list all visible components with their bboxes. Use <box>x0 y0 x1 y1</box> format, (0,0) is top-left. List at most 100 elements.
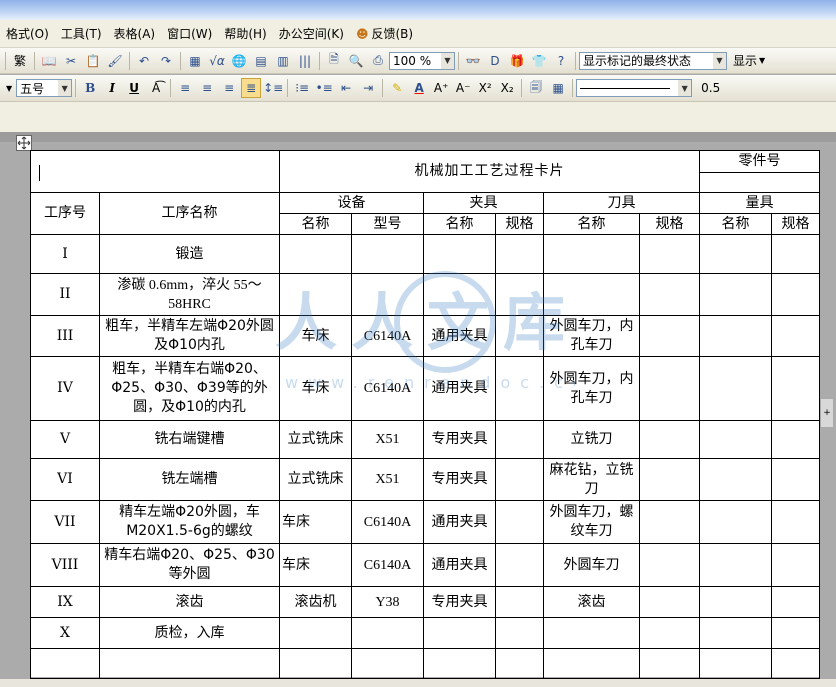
op-no-cell[interactable]: III <box>30 315 100 357</box>
fixture-spec-cell[interactable] <box>495 586 544 618</box>
bold-button[interactable]: B <box>80 78 100 98</box>
fixture-name-cell[interactable]: 通用夹具 <box>423 500 496 544</box>
op-name-cell[interactable]: 滚齿 <box>99 586 280 618</box>
gauge-spec-cell[interactable] <box>771 234 821 274</box>
tool-name-cell[interactable]: 外圆车刀，螺纹车刀 <box>543 500 640 544</box>
equipment-name-cell[interactable]: 车床 <box>279 315 352 357</box>
fixture-name-cell[interactable]: 通用夹具 <box>423 543 496 587</box>
tool-name-cell[interactable]: 外圆车刀，内孔车刀 <box>543 356 640 421</box>
gauge-spec-cell[interactable] <box>771 420 821 459</box>
menu-window[interactable]: 窗口(W) <box>161 25 218 42</box>
menu-office-space[interactable]: 办公空间(K) <box>273 25 350 42</box>
redo-icon[interactable]: ↷ <box>156 51 176 71</box>
tool-name-cell[interactable] <box>543 617 640 649</box>
fixture-name-cell[interactable]: 通用夹具 <box>423 315 496 357</box>
fixture-name-cell[interactable]: 专用夹具 <box>423 458 496 501</box>
grow-font-icon[interactable]: A⁺ <box>431 78 451 98</box>
gauge-name-cell[interactable] <box>699 500 773 544</box>
document-map-icon[interactable]: 🗎 <box>324 51 344 71</box>
align-left-icon[interactable]: ≡ <box>175 78 195 98</box>
align-center-icon[interactable]: ≡ <box>197 78 217 98</box>
fixture-spec-cell[interactable] <box>495 356 544 421</box>
insert-table-icon[interactable]: ▦ <box>185 51 205 71</box>
op-no-cell[interactable] <box>30 648 100 679</box>
binoculars-icon[interactable]: 👓 <box>463 51 483 71</box>
equipment-model-cell[interactable]: C6140A <box>351 356 424 421</box>
format-painter-icon[interactable]: 🖌 <box>105 51 125 71</box>
show-menu-button[interactable]: 显示 <box>733 52 757 69</box>
zoom-select[interactable]: 100 % ▼ <box>389 51 455 70</box>
menu-table[interactable]: 表格(A) <box>108 25 162 42</box>
font-size-select[interactable]: 五号 ▼ <box>16 79 73 97</box>
op-no-cell[interactable]: V <box>30 420 100 459</box>
fixture-spec-cell[interactable] <box>495 543 544 587</box>
equipment-name-cell[interactable]: 车床 <box>279 543 352 587</box>
gauge-spec-cell[interactable] <box>771 458 821 501</box>
menu-help[interactable]: 帮助(H) <box>218 25 272 42</box>
show-hide-icon[interactable]: ⎙ <box>368 51 388 71</box>
underline-button[interactable]: U <box>124 78 144 98</box>
equipment-model-cell[interactable]: C6140A <box>351 315 424 357</box>
shirt-icon[interactable]: 👕 <box>529 51 549 71</box>
equipment-name-cell[interactable] <box>279 648 352 679</box>
help-icon[interactable]: ? <box>551 51 571 71</box>
gift-icon[interactable]: 🎁 <box>507 51 527 71</box>
equipment-name-cell[interactable] <box>279 234 352 274</box>
gauge-name-cell[interactable] <box>699 458 773 501</box>
card-blank-cell[interactable] <box>30 150 280 193</box>
font-color-icon[interactable]: A <box>409 78 429 98</box>
part-no-value[interactable] <box>699 172 821 193</box>
op-no-cell[interactable]: IX <box>30 586 100 618</box>
tool-spec-cell[interactable] <box>638 356 701 421</box>
equipment-model-cell[interactable] <box>351 273 424 316</box>
gauge-name-cell[interactable] <box>699 586 773 618</box>
op-no-cell[interactable]: VIII <box>30 543 100 587</box>
tool-spec-cell[interactable] <box>638 648 701 679</box>
equipment-model-cell[interactable]: C6140A <box>351 543 424 587</box>
equipment-model-cell[interactable] <box>351 648 424 679</box>
tool-name-cell[interactable] <box>543 234 640 274</box>
fixture-name-cell[interactable] <box>423 617 496 649</box>
gauge-spec-cell[interactable] <box>771 586 821 618</box>
op-name-cell[interactable]: 铣右端键槽 <box>99 420 280 459</box>
gauge-name-cell[interactable] <box>699 420 773 459</box>
line-weight-select[interactable]: 0.5 <box>698 79 738 97</box>
tool-spec-cell[interactable] <box>638 420 701 459</box>
equipment-name-cell[interactable]: 车床 <box>279 356 352 421</box>
chevron-down-icon[interactable]: ▼ <box>759 56 765 65</box>
tool-spec-cell[interactable] <box>638 543 701 587</box>
tool-spec-cell[interactable] <box>638 273 701 316</box>
tool-spec-cell[interactable] <box>638 586 701 618</box>
op-name-cell[interactable]: 铣左端槽 <box>99 458 280 501</box>
gauge-name-cell[interactable] <box>699 273 773 316</box>
gauge-name-cell[interactable] <box>699 543 773 587</box>
tool-spec-cell[interactable] <box>638 315 701 357</box>
equipment-name-cell[interactable]: 车床 <box>279 500 352 544</box>
split-handle-icon[interactable]: + <box>820 398 834 428</box>
fixture-spec-cell[interactable] <box>495 273 544 316</box>
equipment-model-cell[interactable] <box>351 234 424 274</box>
fixture-spec-cell[interactable] <box>495 458 544 501</box>
drawing-icon[interactable]: ||| <box>295 51 315 71</box>
op-name-cell[interactable]: 渗碳 0.6mm，淬火 55～58HRC <box>99 273 280 316</box>
menu-format[interactable]: 格式(O) <box>0 25 55 42</box>
dictionary-icon[interactable]: D <box>485 51 505 71</box>
numbering-icon[interactable]: ⁝≡ <box>292 78 312 98</box>
gauge-name-cell[interactable] <box>699 617 773 649</box>
op-no-cell[interactable]: I <box>30 234 100 274</box>
tool-name-cell[interactable] <box>543 273 640 316</box>
tool-name-cell[interactable] <box>543 648 640 679</box>
fixture-spec-cell[interactable] <box>495 420 544 459</box>
gauge-spec-cell[interactable] <box>771 648 821 679</box>
equipment-name-cell[interactable] <box>279 617 352 649</box>
undo-icon[interactable]: ↶ <box>134 51 154 71</box>
equipment-name-cell[interactable]: 滚齿机 <box>279 586 352 618</box>
tool-name-cell[interactable]: 外圆车刀，内孔车刀 <box>543 315 640 357</box>
op-name-cell[interactable]: 锻造 <box>99 234 280 274</box>
gauge-spec-cell[interactable] <box>771 500 821 544</box>
tables-borders-icon[interactable]: ▤ <box>251 51 271 71</box>
gauge-spec-cell[interactable] <box>771 617 821 649</box>
table-move-handle-icon[interactable] <box>16 135 32 151</box>
markup-state-select[interactable]: 显示标记的最终状态 ▼ <box>579 51 727 70</box>
equipment-name-cell[interactable]: 立式铣床 <box>279 420 352 459</box>
